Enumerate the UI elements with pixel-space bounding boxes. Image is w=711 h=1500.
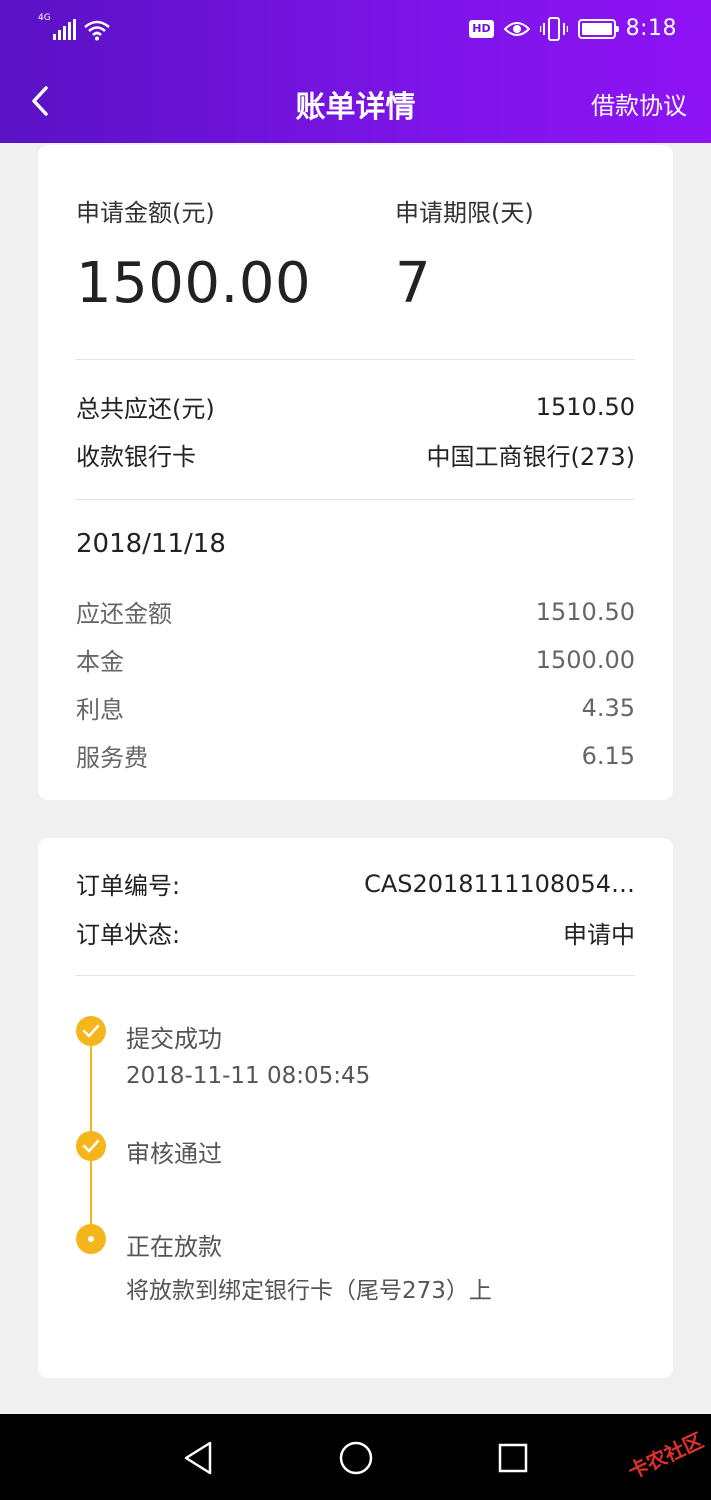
timeline-step-title: 提交成功 (126, 1025, 222, 1053)
order-card: 订单编号: CAS2018111108054… 订单状态: 申请中 提交成功 2… (38, 838, 673, 1378)
nav-bar: 账单详情 借款协议 (0, 60, 711, 143)
divider (76, 975, 635, 976)
home-circle-icon[interactable] (334, 1436, 378, 1480)
order-number-value: CAS2018111108054… (364, 869, 635, 898)
timeline-step-time: 2018-11-11 08:05:45 (126, 1063, 371, 1089)
check-icon (76, 1131, 106, 1161)
loan-agreement-link[interactable]: 借款协议 (591, 86, 687, 121)
bank-card-label: 收款银行卡 (76, 443, 196, 471)
current-step-icon (76, 1224, 106, 1254)
back-triangle-icon[interactable] (176, 1436, 220, 1480)
wifi-icon (83, 20, 110, 41)
timeline-step-detail: 将放款到绑定银行卡（尾号273）上 (126, 1278, 492, 1304)
total-repay-row: 总共应还(元) 1510.50 (76, 389, 635, 424)
divider (76, 499, 635, 500)
schedule-value: 1500.00 (535, 645, 635, 674)
hd-badge: HD (469, 19, 494, 38)
recents-square-icon[interactable] (491, 1436, 535, 1480)
order-status-row: 订单状态: 申请中 (76, 915, 635, 950)
timeline-step-title: 审核通过 (126, 1140, 222, 1168)
timeline-step-title: 正在放款 (126, 1233, 222, 1261)
system-nav-bar (0, 1414, 711, 1500)
signal-icon (52, 19, 76, 40)
status-right: HD 8:18 (469, 16, 677, 41)
term-value: 7 (395, 251, 432, 316)
schedule-row: 服务费 6.15 (76, 738, 635, 773)
term-label: 申请期限(天) (395, 199, 534, 227)
order-number-row: 订单编号: CAS2018111108054… (76, 866, 635, 901)
status-time: 8:18 (625, 16, 677, 41)
schedule-row: 应还金额 1510.50 (76, 594, 635, 629)
bank-card-value: 中国工商银行(273) (426, 443, 635, 471)
status-left: 4G (38, 14, 111, 41)
network-type: 4G (38, 13, 51, 23)
order-status-value: 申请中 (563, 921, 635, 949)
order-number-label: 订单编号: (76, 872, 181, 900)
schedule-value: 1510.50 (535, 597, 635, 626)
total-repay-label: 总共应还(元) (76, 395, 215, 423)
schedule-label: 服务费 (76, 744, 148, 772)
order-status-label: 订单状态: (76, 921, 181, 949)
schedule-row: 利息 4.35 (76, 690, 635, 725)
status-bar: 4G HD 8:18 (0, 0, 711, 60)
due-date: 2018/11/18 (76, 529, 226, 559)
amount-value: 1500.00 (76, 251, 312, 316)
app-header: 4G HD 8:18 账单详情 借款协议 (0, 0, 711, 143)
total-repay-value: 1510.50 (535, 392, 635, 421)
amount-label: 申请金额(元) (76, 199, 215, 227)
schedule-label: 利息 (76, 696, 124, 724)
bank-card-row: 收款银行卡 中国工商银行(273) (76, 437, 635, 472)
timeline-connector (90, 1031, 92, 1131)
battery-icon (577, 18, 619, 39)
schedule-value: 6.15 (581, 741, 635, 770)
bill-summary-card: 申请金额(元) 申请期限(天) 1500.00 7 总共应还(元) 1510.5… (38, 145, 673, 800)
schedule-row: 本金 1500.00 (76, 642, 635, 677)
vibrate-icon (539, 16, 568, 41)
schedule-label: 应还金额 (76, 600, 172, 628)
eye-icon (503, 21, 530, 36)
schedule-value: 4.35 (581, 693, 635, 722)
schedule-label: 本金 (76, 648, 124, 676)
check-icon (76, 1016, 106, 1046)
divider (76, 359, 635, 360)
